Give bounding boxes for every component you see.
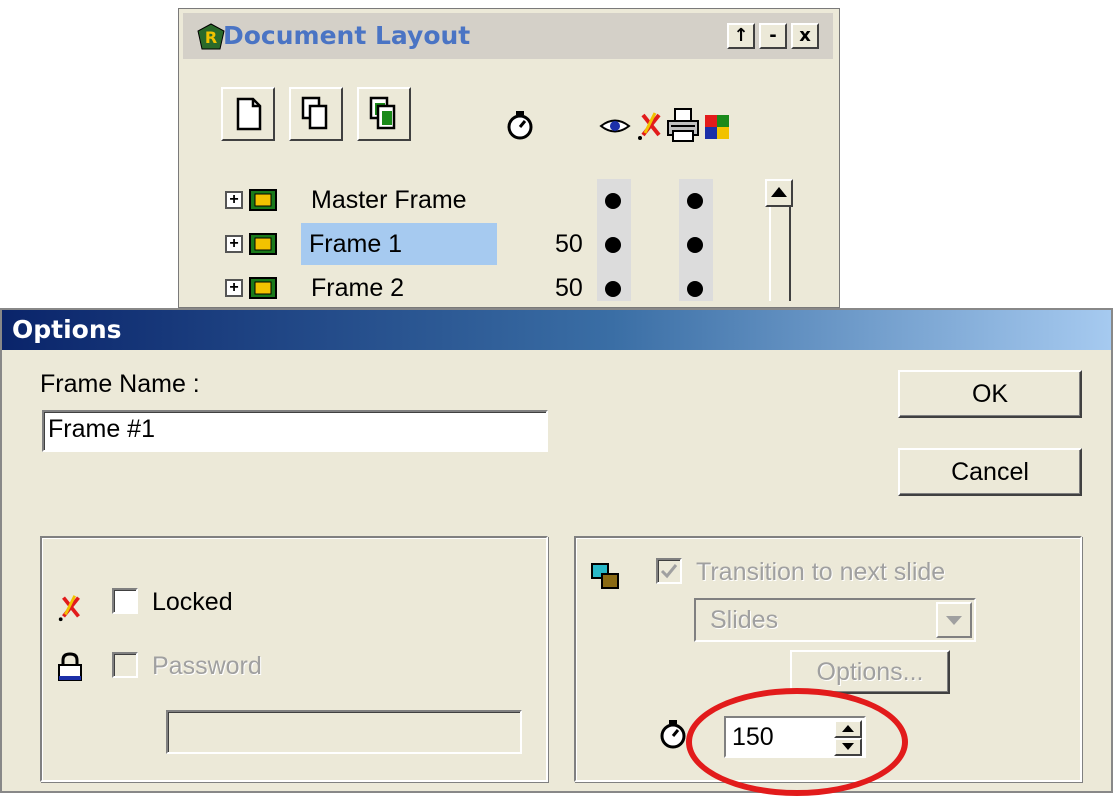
frame-name-label: Frame Name :	[40, 370, 200, 398]
print-dot[interactable]	[687, 281, 703, 297]
transition-options-button[interactable]: Options...	[790, 650, 950, 694]
spin-buttons	[834, 720, 862, 756]
frame-row-1[interactable]: + Frame 1 50	[219, 223, 759, 267]
arrow-up-icon	[771, 187, 787, 197]
copy-pages-green-icon	[369, 96, 396, 130]
ok-button[interactable]: OK	[898, 370, 1082, 418]
locked-label: Locked	[152, 588, 233, 616]
visible-dot[interactable]	[605, 237, 621, 253]
frame-from-image-button[interactable]	[357, 87, 411, 141]
chevron-down-icon	[946, 616, 962, 625]
scroll-track[interactable]	[769, 207, 791, 301]
dropdown-button[interactable]	[936, 602, 972, 638]
delay-value: 150	[732, 723, 774, 751]
frame-name-input[interactable]: Frame #1	[42, 410, 548, 452]
cancel-button[interactable]: Cancel	[898, 448, 1082, 496]
options-titlebar[interactable]: Options	[2, 310, 1111, 350]
delay-spinner[interactable]: 150	[724, 716, 866, 758]
frame-label-selected: Frame 1	[301, 223, 497, 265]
copy-pages-icon	[301, 96, 328, 130]
locked-checkbox[interactable]	[112, 588, 138, 614]
transition-type-select[interactable]: Slides	[694, 598, 976, 642]
expand-toggle[interactable]: +	[225, 235, 243, 253]
close-button[interactable]: x	[791, 23, 819, 49]
frame-image-icon	[249, 233, 277, 255]
padlock-icon	[58, 652, 82, 681]
stopwatch-icon	[505, 109, 535, 141]
scroll-up-button[interactable]	[765, 179, 793, 207]
print-dot[interactable]	[687, 193, 703, 209]
minimize-button[interactable]: -	[759, 23, 787, 49]
color-squares-icon	[705, 115, 729, 139]
frame-delay: 50	[555, 274, 583, 302]
frame-image-icon	[249, 277, 277, 299]
app-logo-icon: R	[197, 23, 225, 50]
transition-type-value: Slides	[710, 606, 779, 634]
pencil-locked-icon	[637, 109, 665, 141]
password-input[interactable]	[166, 710, 522, 754]
options-title: Options	[12, 315, 122, 344]
frame-delay: 50	[555, 230, 583, 258]
frame-row-master[interactable]: + Master Frame	[219, 179, 759, 223]
document-layout-window: R Document Layout ↑ - x + Master Frame +…	[178, 8, 840, 308]
expand-toggle[interactable]: +	[225, 279, 243, 297]
frame-row-2[interactable]: + Frame 2 50	[219, 267, 759, 311]
password-checkbox[interactable]	[112, 652, 138, 678]
document-layout-title: Document Layout	[223, 21, 471, 50]
options-dialog: Options Frame Name : Frame #1 OK Cancel …	[0, 308, 1113, 796]
spin-up-button[interactable]	[834, 720, 862, 738]
transition-label: Transition to next slide	[696, 558, 946, 586]
blank-page-icon	[236, 97, 262, 131]
visible-dot[interactable]	[605, 193, 621, 209]
svg-text:R: R	[205, 28, 217, 47]
pencil-locked-icon	[58, 595, 80, 622]
transition-icon	[591, 563, 619, 589]
arrow-up-icon	[842, 725, 854, 732]
frame-label: Master Frame	[311, 186, 467, 214]
transition-checkbox[interactable]	[656, 558, 682, 584]
document-layout-titlebar[interactable]: R Document Layout ↑ - x	[183, 13, 833, 59]
stopwatch-icon	[660, 720, 686, 749]
eye-icon	[599, 115, 631, 137]
frame-list: + Master Frame + Frame 1 50 + Frame 2 50	[219, 179, 759, 302]
visible-dot[interactable]	[605, 281, 621, 297]
restore-button[interactable]: ↑	[727, 23, 755, 49]
lock-groupbox: Locked Password	[40, 536, 548, 782]
frame-list-scrollbar[interactable]	[765, 179, 793, 301]
transition-groupbox: Transition to next slide Slides Options.…	[574, 536, 1082, 782]
duplicate-frame-button[interactable]	[289, 87, 343, 141]
frame-image-icon	[249, 189, 277, 211]
print-dot[interactable]	[687, 237, 703, 253]
password-label: Password	[152, 652, 262, 680]
expand-toggle[interactable]: +	[225, 191, 243, 209]
frame-label: Frame 2	[311, 274, 405, 302]
new-frame-button[interactable]	[221, 87, 275, 141]
printer-icon	[665, 107, 701, 143]
checkmark-icon	[660, 564, 678, 579]
spin-down-button[interactable]	[834, 738, 862, 756]
arrow-down-icon	[842, 743, 854, 750]
